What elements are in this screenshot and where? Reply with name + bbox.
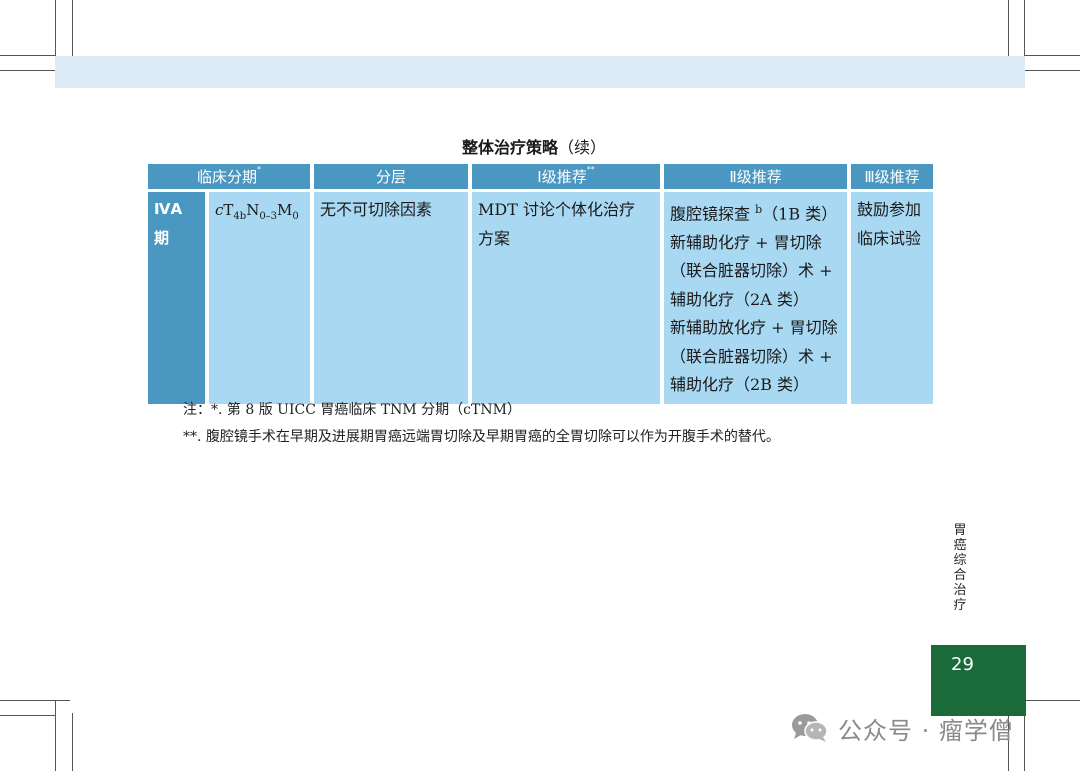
strategy-table: 临床分期* 分层 Ⅰ级推荐** Ⅱ级推荐 Ⅲ级推荐 ⅣA 期 cT4bN0–3M… [144,164,937,404]
crop-mark [55,700,56,771]
side-section-label: 胃癌综合治疗 [953,523,967,613]
cell-level3: 鼓励参加 临床试验 [851,192,934,404]
cell-tnm: cT4bN0–3M0 [209,192,311,404]
page-number-box [931,645,1026,716]
watermark-text: 公众号 · 瘤学僧 [838,716,1014,745]
header-stage: 临床分期* [148,164,311,192]
footnote-2: **. 腹腔镜手术在早期及进展期胃癌远端胃切除及早期胃癌的全胃切除可以作为开腹手… [183,429,780,445]
table-title-main: 整体治疗策略 [461,138,558,157]
table-header-row: 临床分期* 分层 Ⅰ级推荐** Ⅱ级推荐 Ⅲ级推荐 [148,164,934,192]
crop-mark [0,715,56,716]
cell-layer: 无不可切除因素 [314,192,469,404]
header-layer: 分层 [314,164,469,192]
footnote-1: 注：*. 第 8 版 UICC 胃癌临床 TNM 分期（cTNM） [183,402,521,418]
crop-mark [0,55,56,56]
page-number: 29 [951,654,974,675]
table-title: 整体治疗策略（续） [148,134,920,158]
header-level3: Ⅲ级推荐 [851,164,934,192]
header-level2: Ⅱ级推荐 [664,164,848,192]
cell-level2: 腹腔镜探查 b（1B 类） 新辅助化疗 + 胃切除 （联合脏器切除）术 + 辅助… [664,192,848,404]
table-title-suffix: （续） [558,138,607,157]
crop-mark [1024,55,1080,56]
header-level1: Ⅰ级推荐** [472,164,661,192]
crop-mark [1008,0,1009,58]
crop-mark [72,713,73,771]
crop-mark [0,700,70,701]
header-band [55,56,1025,88]
wechat-icon [790,712,830,744]
crop-mark [72,0,73,58]
table-row: ⅣA 期 cT4bN0–3M0 无不可切除因素 MDT 讨论个体化治疗 方案 腹… [148,192,934,404]
watermark: 公众号 · 瘤学僧 [790,710,1014,746]
cell-stage: ⅣA 期 [148,192,205,404]
cell-level1: MDT 讨论个体化治疗 方案 [472,192,661,404]
